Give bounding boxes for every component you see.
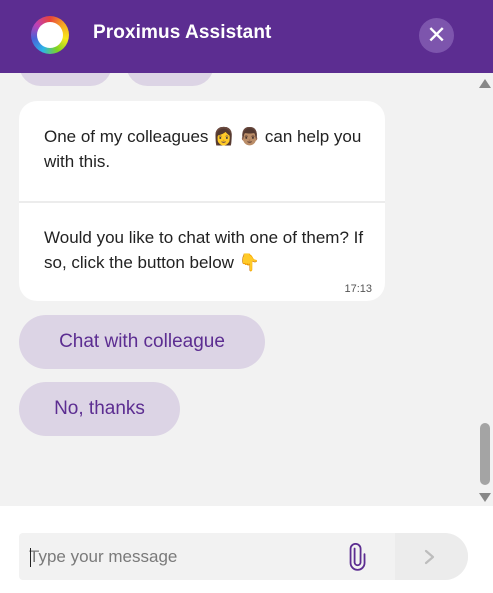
message-input[interactable]	[29, 533, 329, 580]
chat-header: Proximus Assistant ✕	[0, 0, 493, 73]
send-button[interactable]	[395, 533, 468, 580]
close-button[interactable]: ✕	[419, 18, 454, 53]
chat-with-colleague-button[interactable]: Chat with colleague	[19, 315, 265, 369]
bot-message: Would you like to chat with one of them?…	[19, 203, 385, 301]
scrollbar-thumb[interactable]	[480, 423, 490, 485]
chat-area: One of my colleagues 👩 👨🏽 can help you w…	[0, 73, 476, 506]
composer	[0, 506, 493, 593]
paperclip-icon[interactable]	[342, 543, 370, 571]
chevron-right-icon	[424, 549, 435, 565]
header-title: Proximus Assistant	[93, 22, 272, 43]
message-text: One of my colleagues 👩 👨🏽 can help you w…	[44, 127, 362, 171]
scroll-down-arrow-icon[interactable]	[479, 493, 491, 502]
previous-quick-reply[interactable]	[126, 73, 214, 86]
proximus-logo-icon	[31, 16, 69, 54]
scroll-up-arrow-icon[interactable]	[479, 79, 491, 88]
message-timestamp: 17:13	[344, 283, 372, 295]
message-text: Would you like to chat with one of them?…	[44, 228, 364, 272]
message-input-wrapper	[19, 533, 468, 580]
chat-scrollbar[interactable]	[476, 73, 493, 506]
no-thanks-button[interactable]: No, thanks	[19, 382, 180, 436]
bot-message: One of my colleagues 👩 👨🏽 can help you w…	[19, 101, 385, 201]
text-caret	[30, 548, 31, 567]
previous-quick-reply[interactable]	[19, 73, 112, 86]
